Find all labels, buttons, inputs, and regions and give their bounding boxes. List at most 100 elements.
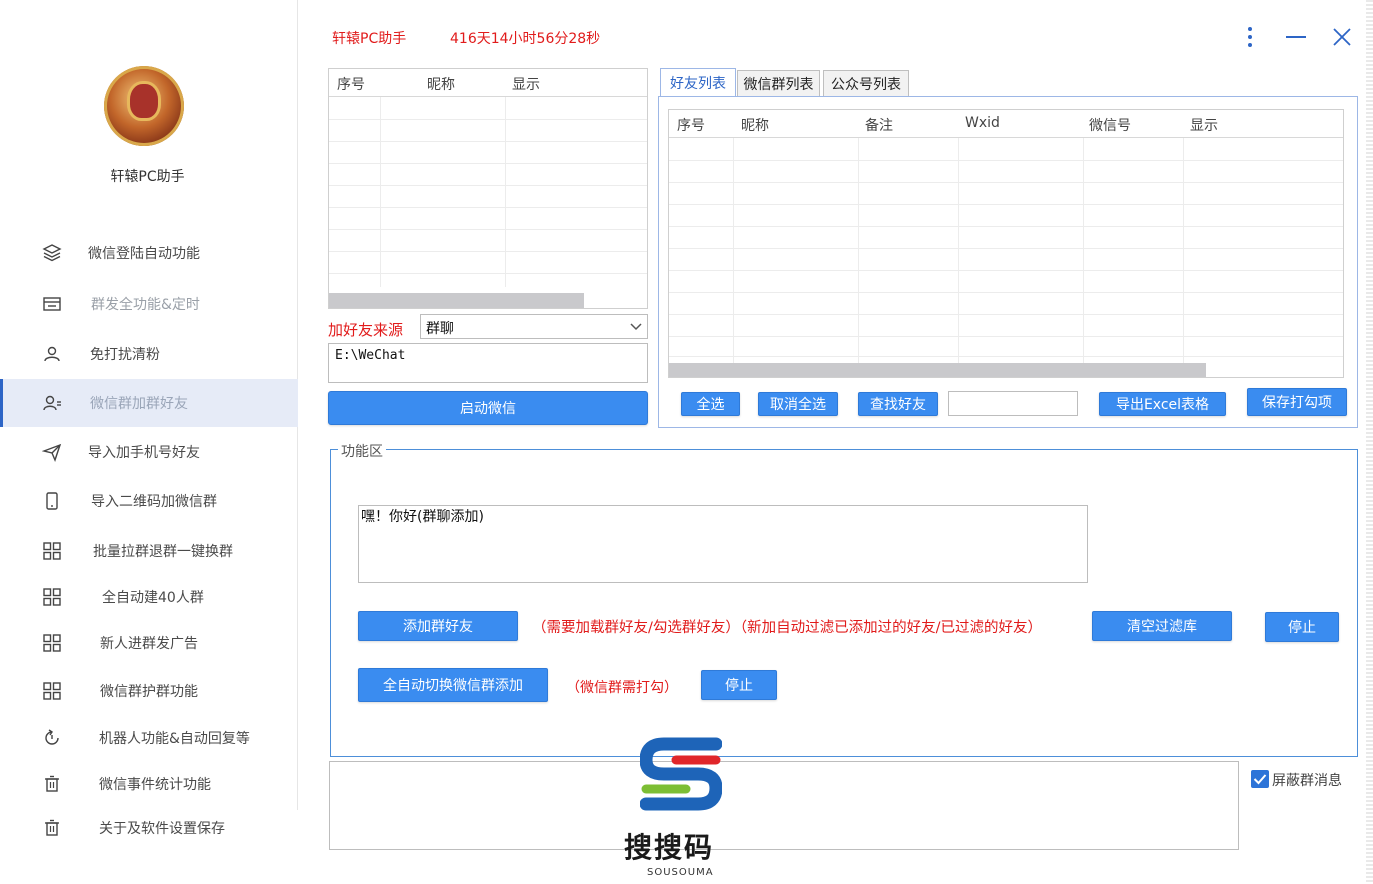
watermark-subtext: SOUSOUMA <box>647 867 714 878</box>
sidebar-item-import-qrcode[interactable]: 导入二维码加微信群 <box>0 477 298 525</box>
sidebar-app-name: 轩辕PC助手 <box>110 169 185 185</box>
stop-auto-switch-button[interactable]: 停止 <box>701 670 777 700</box>
find-friend-button[interactable]: 查找好友 <box>858 392 938 416</box>
minimize-button[interactable] <box>1281 22 1311 52</box>
sidebar-item-robot[interactable]: 机器人功能&自动回复等 <box>0 714 298 762</box>
wechat-path-input[interactable]: E:\WeChat <box>328 343 648 383</box>
greeting-message-input[interactable]: 嘿！你好(群聊添加) <box>358 505 1088 583</box>
grid-line <box>669 160 1343 161</box>
close-icon <box>1333 28 1351 46</box>
grid-line <box>858 138 859 363</box>
export-excel-button[interactable]: 导出Excel表格 <box>1099 392 1226 416</box>
friend-grid[interactable]: 序号 昵称 备注 Wxid 微信号 显示 <box>668 109 1344 378</box>
sidebar-item-group-add-friends[interactable]: 微信群加群好友 <box>0 379 298 427</box>
sidebar-item-group-protect[interactable]: 微信群护群功能 <box>0 667 298 715</box>
column-header[interactable]: 序号 <box>337 74 365 94</box>
select-all-button[interactable]: 全选 <box>681 392 740 416</box>
save-checked-button[interactable]: 保存打勾项 <box>1247 388 1347 416</box>
block-group-msg-label: 屏蔽群消息 <box>1272 773 1342 789</box>
block-group-msg-checkbox[interactable] <box>1251 770 1269 788</box>
sidebar-item-batch-group[interactable]: 批量拉群退群一键换群 <box>0 527 298 575</box>
more-menu-button[interactable] <box>1235 22 1265 52</box>
auto-switch-group-button[interactable]: 全自动切换微信群添加 <box>358 668 548 702</box>
grid-line <box>669 248 1343 249</box>
grid-icon <box>40 539 64 563</box>
sidebar-item-login-auto[interactable]: 微信登陆自动功能 <box>0 229 298 277</box>
grid-line <box>505 97 506 287</box>
group-member-grid[interactable]: 序号 昵称 显示 <box>328 68 648 309</box>
phone-icon <box>40 489 64 513</box>
sidebar-item-label: 批量拉群退群一键换群 <box>93 544 233 560</box>
column-header[interactable]: 显示 <box>1190 115 1218 135</box>
grid-line <box>733 138 734 363</box>
path-value: E:\WeChat <box>335 348 406 363</box>
grid-icon <box>40 631 64 655</box>
stop-add-button[interactable]: 停止 <box>1265 612 1339 642</box>
grid-line <box>669 336 1343 337</box>
sidebar-item-label: 微信群加群好友 <box>90 396 188 412</box>
tab-official-accounts[interactable]: 公众号列表 <box>823 70 909 96</box>
clear-filter-button[interactable]: 清空过滤库 <box>1092 611 1232 641</box>
watermark-text: 搜搜码 <box>624 831 715 864</box>
layers-icon <box>40 241 64 265</box>
trash-icon <box>40 772 64 796</box>
column-header[interactable]: 昵称 <box>427 74 455 94</box>
grid-line <box>669 226 1343 227</box>
sidebar-item-label: 导入二维码加微信群 <box>91 494 217 510</box>
tab-friends[interactable]: 好友列表 <box>660 68 736 96</box>
more-vertical-icon <box>1248 27 1252 47</box>
user-group-icon <box>40 391 64 415</box>
runtime-timer: 416天14小时56分28秒 <box>450 31 601 47</box>
sidebar-item-import-phone[interactable]: 导入加手机号好友 <box>0 428 298 476</box>
tab-groups[interactable]: 微信群列表 <box>737 70 820 96</box>
source-select[interactable]: 群聊 <box>420 314 648 339</box>
window-title: 轩辕PC助手 <box>332 31 407 47</box>
grid-line <box>329 163 647 164</box>
refresh-icon <box>40 726 64 750</box>
sidebar-item-label: 微信事件统计功能 <box>99 777 211 793</box>
column-header[interactable]: 微信号 <box>1089 115 1131 135</box>
horizontal-scrollbar[interactable] <box>329 293 584 308</box>
grid-line <box>329 273 647 274</box>
grid-line <box>669 182 1343 183</box>
column-header[interactable]: 序号 <box>677 115 705 135</box>
sidebar-item-mass-send[interactable]: 群发全功能&定时 <box>0 280 298 328</box>
launch-wechat-button[interactable]: 启动微信 <box>328 391 648 425</box>
log-output[interactable] <box>329 761 1239 850</box>
grid-line <box>1083 138 1084 363</box>
sidebar-item-newcomer-ad[interactable]: 新人进群发广告 <box>0 619 298 667</box>
add-group-friends-button[interactable]: 添加群好友 <box>358 611 518 641</box>
sidebar-item-label: 微信群护群功能 <box>100 684 198 700</box>
column-header[interactable]: Wxid <box>965 115 1000 131</box>
auto-switch-hint: （微信群需打勾） <box>566 680 678 696</box>
function-area-legend: 功能区 <box>338 441 386 461</box>
send-icon <box>40 440 64 464</box>
source-label: 加好友来源 <box>328 321 404 339</box>
close-button[interactable] <box>1327 22 1357 52</box>
friend-search-input[interactable] <box>948 391 1078 416</box>
sidebar-item-clean-fans[interactable]: 免打扰清粉 <box>0 330 298 378</box>
grid-line <box>1183 138 1184 363</box>
sidebar-item-label: 关于及软件设置保存 <box>99 821 225 837</box>
sidebar-item-label: 新人进群发广告 <box>100 636 198 652</box>
app-window: 轩辕PC助手 微信登陆自动功能 群发全功能&定时 免打扰清粉 微信群加群好友 导… <box>0 0 1373 884</box>
grid-header: 序号 昵称 显示 <box>329 69 647 97</box>
column-header[interactable]: 昵称 <box>741 115 769 135</box>
trash-icon <box>40 816 64 840</box>
sidebar-item-label: 免打扰清粉 <box>90 347 160 363</box>
grid-icon <box>40 679 64 703</box>
column-header[interactable]: 备注 <box>865 115 893 135</box>
sidebar: 轩辕PC助手 微信登陆自动功能 群发全功能&定时 免打扰清粉 微信群加群好友 导… <box>0 0 298 810</box>
sidebar-item-label: 微信登陆自动功能 <box>88 246 200 262</box>
grid-line <box>329 141 647 142</box>
function-area <box>330 449 1358 757</box>
sidebar-item-about-settings[interactable]: 关于及软件设置保存 <box>0 804 298 852</box>
grid-line <box>329 185 647 186</box>
sidebar-item-label: 全自动建40人群 <box>102 590 204 606</box>
sidebar-item-auto-build-40[interactable]: 全自动建40人群 <box>0 573 298 621</box>
column-header[interactable]: 显示 <box>512 74 540 94</box>
deselect-all-button[interactable]: 取消全选 <box>758 392 838 416</box>
sidebar-item-event-stats[interactable]: 微信事件统计功能 <box>0 760 298 808</box>
grid-line <box>329 207 647 208</box>
horizontal-scrollbar[interactable] <box>669 363 1206 377</box>
